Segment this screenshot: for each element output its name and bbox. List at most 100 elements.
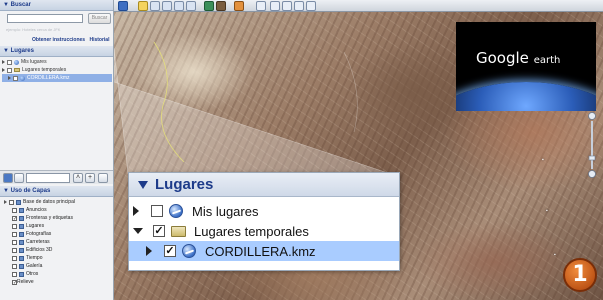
checkbox[interactable]: [12, 223, 17, 229]
tree-item-cordillera[interactable]: ✓ CORDILLERA.kmz: [129, 241, 399, 261]
layer-label: Carreteras: [26, 239, 50, 245]
earth-globe-image: [456, 82, 596, 111]
search-panel-header[interactable]: ▼ Buscar: [0, 0, 113, 11]
search-links: Obtener instrucciones Historial: [32, 37, 112, 43]
layer-icon: [19, 271, 24, 277]
places-title: Lugares: [10, 48, 34, 54]
places-panel-header[interactable]: ▼ Lugares: [0, 46, 113, 57]
checkbox[interactable]: [9, 199, 14, 205]
checkbox[interactable]: [12, 231, 17, 237]
overlay-icon[interactable]: [174, 1, 184, 11]
layer-label: Lugares: [26, 223, 45, 229]
expand-arrow-icon[interactable]: [2, 68, 5, 72]
directions-link[interactable]: Obtener instrucciones: [32, 37, 85, 43]
layer-label: Relieve: [17, 279, 34, 285]
sunlight-icon[interactable]: [216, 1, 226, 11]
layer-item[interactable]: Anuncios: [4, 206, 112, 214]
checkbox[interactable]: [151, 205, 163, 217]
placemark-icon[interactable]: [138, 1, 148, 11]
polygon-icon[interactable]: [150, 1, 160, 11]
expand-arrow-icon[interactable]: [2, 60, 5, 64]
history-link[interactable]: Historial: [89, 37, 109, 43]
path-icon[interactable]: [162, 1, 172, 11]
search-places-button[interactable]: [3, 173, 13, 183]
expand-arrow-icon[interactable]: [8, 76, 11, 80]
collapse-arrow-icon[interactable]: [138, 180, 148, 189]
google-earth-logo: Google earth: [456, 22, 596, 111]
main-toolbar: [114, 0, 603, 12]
checkbox[interactable]: [12, 255, 17, 261]
globe-icon: [182, 244, 196, 258]
tour-icon[interactable]: [186, 1, 196, 11]
planets-icon[interactable]: [234, 1, 244, 11]
places-toolbar: ˄ +: [0, 170, 113, 184]
layer-item[interactable]: Galería: [4, 262, 112, 270]
tree-item-cordillera[interactable]: CORDILLERA.kmz: [2, 74, 112, 82]
ruler-icon[interactable]: [256, 1, 266, 11]
tree-item-mis-lugares[interactable]: Mis lugares: [129, 201, 258, 221]
checkbox[interactable]: [12, 271, 17, 277]
layer-item[interactable]: Tiempo: [4, 254, 112, 262]
checkbox-checked[interactable]: ✓: [153, 225, 165, 237]
layer-label: Anuncios: [26, 207, 47, 213]
layers-list: Base de datos principal Anuncios ✓ Fronte…: [4, 198, 112, 286]
historical-imagery-icon[interactable]: [204, 1, 214, 11]
checkbox-checked[interactable]: ✓: [164, 245, 176, 257]
maps-icon[interactable]: [306, 1, 316, 11]
search-input[interactable]: [7, 14, 83, 23]
places-header[interactable]: Lugares: [129, 173, 399, 197]
checkbox[interactable]: [12, 207, 17, 213]
layer-item[interactable]: Lugares: [4, 222, 112, 230]
tree-item-lugares-temporales[interactable]: Lugares temporales: [2, 66, 112, 74]
layer-item[interactable]: Otros: [4, 270, 112, 278]
layer-icon: [19, 207, 24, 213]
tree-item-label: Mis lugares: [21, 59, 47, 65]
layers-panel-header[interactable]: ▼ Uso de Capas: [0, 186, 113, 197]
layer-item[interactable]: Carreteras: [4, 238, 112, 246]
layer-item[interactable]: Fotografías: [4, 230, 112, 238]
checkbox[interactable]: [7, 67, 12, 73]
sidebar-toggle-icon[interactable]: [118, 1, 128, 11]
step-number-badge: 1: [563, 258, 597, 292]
folder-add-icon[interactable]: [98, 173, 108, 183]
tree-item-lugares-temporales[interactable]: ✓ Lugares temporales: [129, 221, 309, 241]
checkbox[interactable]: [7, 59, 12, 65]
add-button[interactable]: +: [85, 173, 95, 183]
layer-root[interactable]: Base de datos principal: [4, 198, 112, 206]
layer-icon: [19, 215, 24, 221]
tree-item-mis-lugares[interactable]: Mis lugares: [2, 58, 112, 66]
logo-text: Google earth: [476, 49, 561, 67]
checkbox[interactable]: [12, 239, 17, 245]
layer-item[interactable]: ✓ Relieve: [4, 278, 112, 286]
checkbox[interactable]: [12, 263, 17, 269]
globe-icon: [14, 59, 19, 65]
layer-item[interactable]: ✓ Fronteras y etiquetas: [4, 214, 112, 222]
expand-arrow-icon[interactable]: [4, 200, 7, 204]
tree-item-label: Lugares temporales: [22, 67, 67, 73]
checkbox[interactable]: ✓: [12, 215, 17, 221]
layer-icon: [19, 255, 24, 261]
tree-item-label: CORDILLERA.kmz: [205, 243, 316, 259]
zoom-slider[interactable]: [588, 112, 596, 178]
map-place-label: ▪: [554, 252, 556, 258]
email-icon[interactable]: [270, 1, 280, 11]
expand-arrow-icon[interactable]: [146, 246, 152, 256]
checkbox[interactable]: [12, 247, 17, 253]
layer-icon: [19, 263, 24, 269]
magnified-places-panel: Lugares Mis lugares ✓ Lugares temporales…: [128, 172, 400, 271]
layer-icon: [19, 231, 24, 237]
layer-label: Base de datos principal: [23, 199, 75, 205]
places-title: Lugares: [155, 176, 214, 193]
layer-label: Fotografías: [26, 231, 52, 237]
places-filter-input[interactable]: [26, 173, 70, 183]
search-button[interactable]: Buscar: [88, 13, 111, 24]
view-toggle-button[interactable]: [14, 173, 24, 183]
print-icon[interactable]: [282, 1, 292, 11]
layers-title-prefix: Uso de: [10, 188, 31, 194]
up-arrow-icon[interactable]: ˄: [73, 173, 83, 183]
layer-item[interactable]: Edificios 3D: [4, 246, 112, 254]
save-image-icon[interactable]: [294, 1, 304, 11]
collapse-arrow-icon[interactable]: [133, 228, 143, 234]
expand-arrow-icon[interactable]: [133, 206, 139, 216]
checkbox[interactable]: [13, 75, 18, 81]
